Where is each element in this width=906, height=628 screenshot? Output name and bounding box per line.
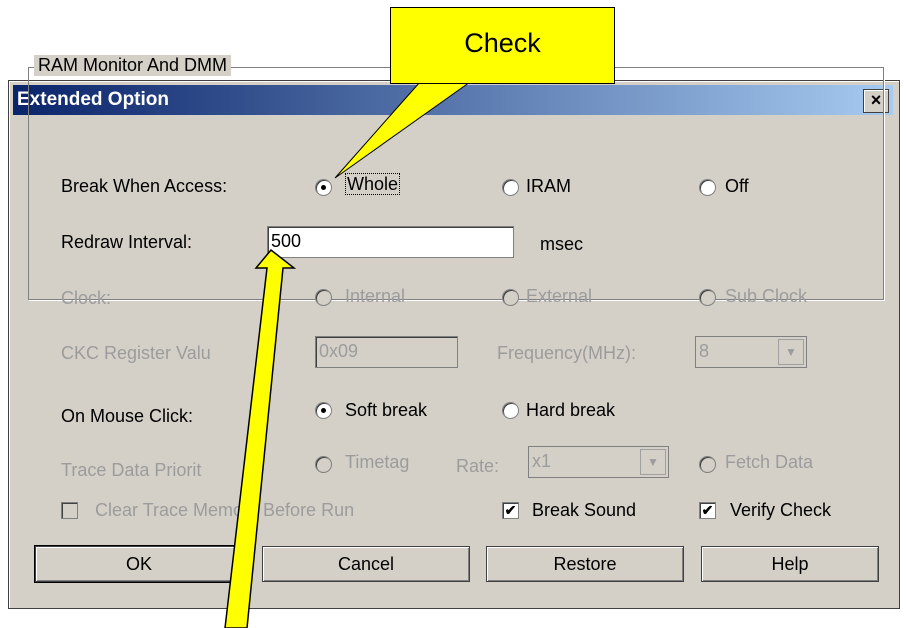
callout-pointer	[334, 81, 472, 179]
annotation-overlay	[224, 81, 472, 628]
pointer-arrow	[224, 248, 297, 628]
callout-box: Check	[390, 7, 615, 84]
callout-text: Check	[464, 28, 541, 58]
